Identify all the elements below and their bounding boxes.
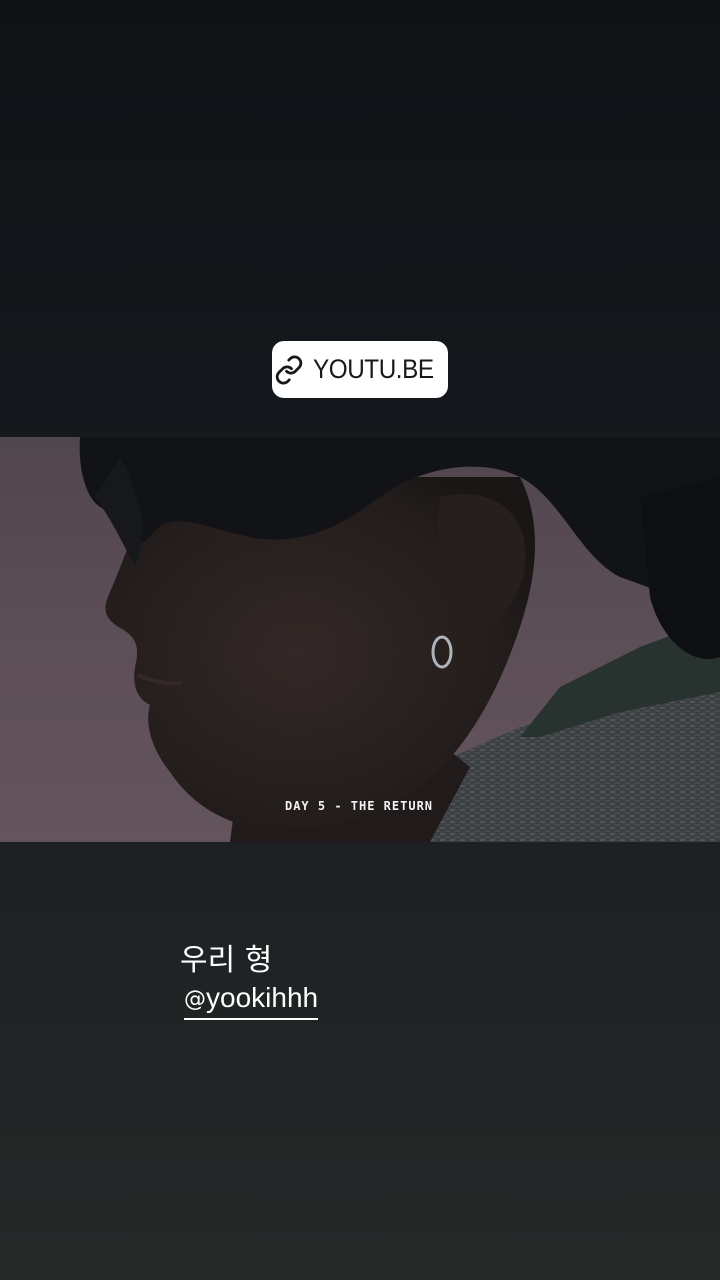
- story-canvas: YOUTU.BE DAY 5 - THE RETURN 우리 형 @yookih…: [0, 0, 720, 1280]
- threads-icon: @: [184, 987, 206, 1012]
- mention-handle: yookihhh: [206, 982, 319, 1013]
- story-photo: DAY 5 - THE RETURN: [0, 437, 720, 842]
- link-icon: [273, 354, 305, 386]
- link-sticker[interactable]: YOUTU.BE: [272, 341, 448, 398]
- portrait-image: [0, 437, 720, 842]
- link-sticker-label: YOUTU.BE: [312, 354, 434, 384]
- photo-caption: DAY 5 - THE RETURN: [284, 799, 434, 813]
- mention-sticker[interactable]: @yookihhh: [184, 982, 319, 1020]
- story-caption-text: 우리 형: [180, 943, 273, 978]
